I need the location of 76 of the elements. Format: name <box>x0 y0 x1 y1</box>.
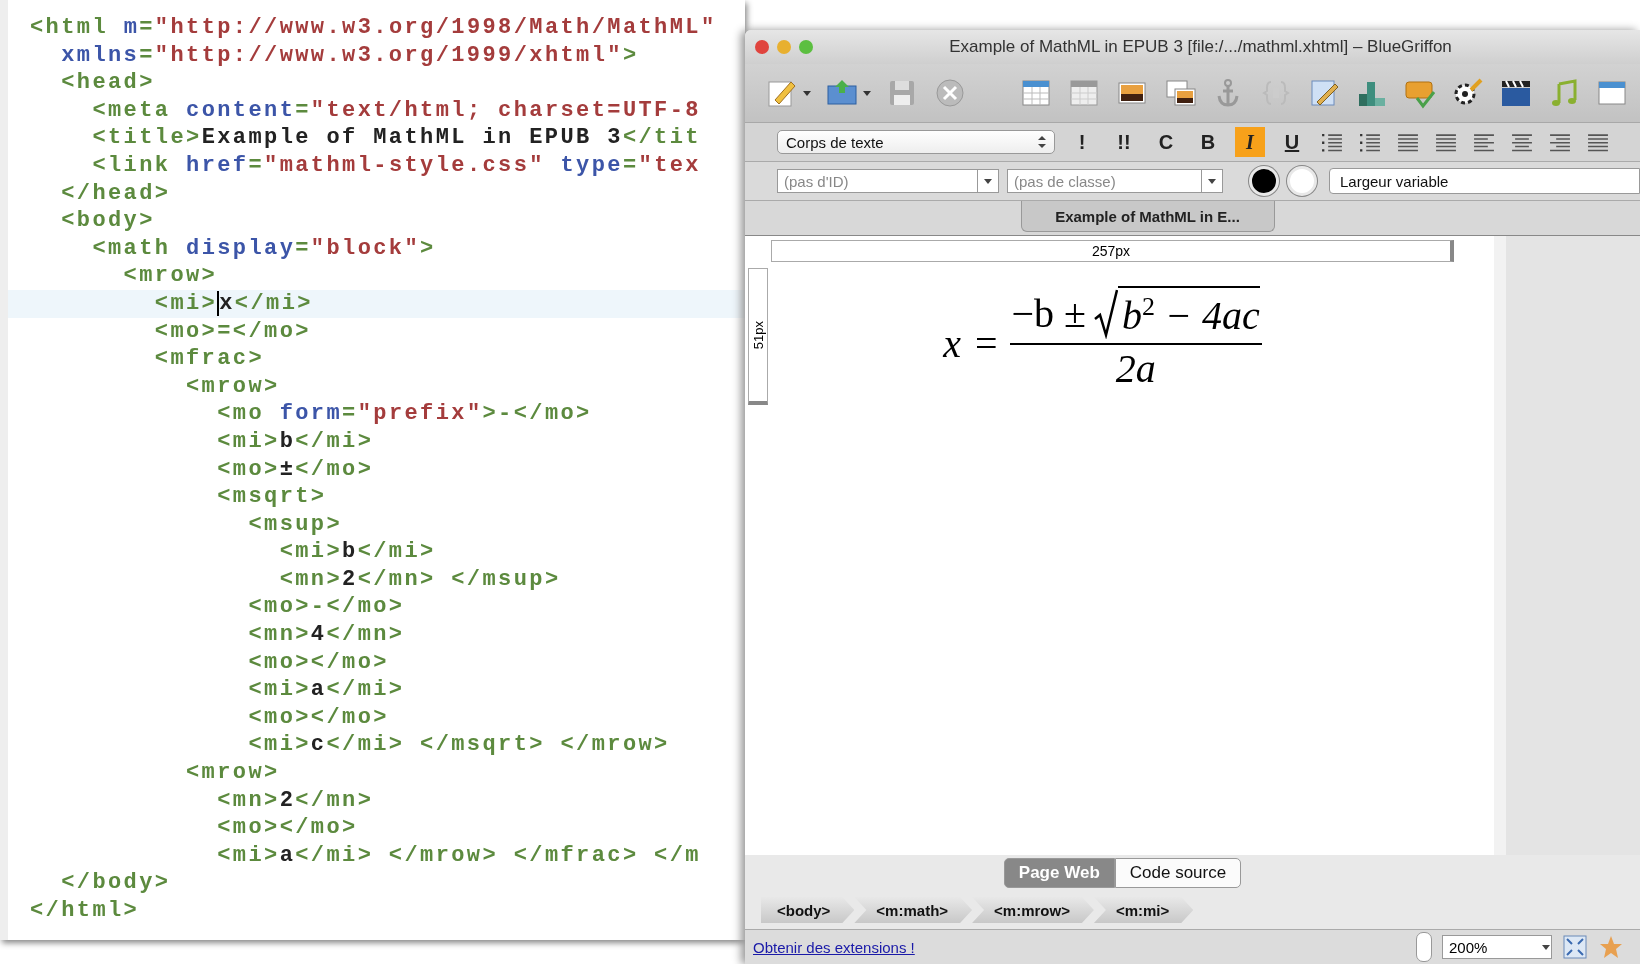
denominator: 2a <box>1115 345 1156 392</box>
code-line: </html> <box>29 897 140 925</box>
numerator-prefix: −b ± <box>1011 290 1087 338</box>
dropdown-arrow-icon[interactable] <box>803 89 811 97</box>
square-root-icon <box>1094 289 1119 339</box>
format-button[interactable]: !! <box>1109 127 1139 157</box>
code-line: <math display="block"> <box>91 234 436 263</box>
format-button[interactable]: I <box>1235 127 1265 157</box>
code-line: <mi>c</mi> </msqrt> </mrow> <box>247 731 670 760</box>
equals-sign: = <box>974 320 998 367</box>
code-line: <mo>±</mo> <box>216 455 374 484</box>
breadcrumb-item[interactable]: <m:mrow> <box>972 897 1094 923</box>
code-line: <html m="http://www.w3.org/1998/Math/MathML" <box>29 14 717 42</box>
color-swatch[interactable] <box>1287 166 1317 196</box>
class-field[interactable]: (pas de classe) <box>1007 169 1201 193</box>
code-line: <msup> <box>247 510 343 539</box>
close-icon[interactable] <box>933 76 967 110</box>
code-line: <head> <box>60 69 155 97</box>
view-tab[interactable]: Code source <box>1114 858 1242 888</box>
view-tab[interactable]: Page Web <box>1003 858 1115 888</box>
code-line: <mi>x</mi> <box>153 289 313 318</box>
code-line: <msqrt> <box>216 483 327 511</box>
horizontal-ruler: 257px <box>771 240 1454 262</box>
format-button[interactable]: ! <box>1067 127 1097 157</box>
close-window-button[interactable] <box>755 40 769 54</box>
document-tab[interactable]: Example of MathML in E... <box>1020 201 1275 232</box>
dropdown-arrow-icon[interactable] <box>863 89 871 97</box>
format-button[interactable]: B <box>1193 127 1223 157</box>
code-line: <mo form="prefix">-</mo> <box>216 400 592 428</box>
code-line: <mn>2</mn> </msup> <box>278 565 561 594</box>
code-line: </head> <box>60 179 171 208</box>
extensions-link[interactable]: Obtenir des extensions ! <box>753 938 1406 956</box>
breadcrumb-item[interactable]: <m:mi> <box>1093 897 1194 923</box>
code-line: <mfrac> <box>153 345 265 373</box>
code-line: <link href="mathml-style.css" type="tex <box>91 151 701 180</box>
dropdown-arrow-icon[interactable] <box>983 176 993 186</box>
code-line: <mrow> <box>122 262 218 290</box>
code-line: <title>Example of MathML in EPUB 3</tit <box>91 124 701 152</box>
vertical-ruler: 51px <box>748 268 768 405</box>
exponent: 2 <box>1142 292 1156 322</box>
code-line: <mn>2</mn> <box>216 786 374 815</box>
dropdown-arrow-icon[interactable] <box>1541 942 1551 952</box>
window-title: Example of MathML in EPUB 3 [file:/.../mathml.xhtml] – BlueGriffon <box>948 37 1453 57</box>
code-line: <mo>=</mo> <box>153 317 311 346</box>
code-line: </body> <box>60 869 171 897</box>
star-icon[interactable] <box>1598 934 1624 960</box>
breadcrumb-item[interactable]: <body> <box>761 897 855 923</box>
updown-arrow-icon <box>1038 135 1046 149</box>
format-button[interactable]: C <box>1151 127 1181 157</box>
code-line: <body> <box>60 207 155 235</box>
code-line: <meta content="text/html; charset=UTF-8 <box>91 96 701 125</box>
color-swatch[interactable] <box>1249 166 1279 196</box>
dropdown-arrow-icon[interactable] <box>1207 176 1217 186</box>
code-line: <mo></mo> <box>247 703 389 732</box>
fullscreen-icon[interactable] <box>1562 934 1588 960</box>
width-select[interactable]: Largeur variable <box>1329 168 1640 194</box>
code-line: <mo></mo> <box>216 814 358 842</box>
zoom-select[interactable]: 200% <box>1442 935 1552 959</box>
radicand-rest: − 4ac <box>1164 292 1260 339</box>
code-line: <mo>-</mo> <box>247 593 405 622</box>
format-button[interactable]: U <box>1277 127 1307 157</box>
breadcrumb-item[interactable]: <m:math> <box>854 897 973 923</box>
code-line: <mi>a</mi> </mrow> </mfrac> </m <box>216 841 701 870</box>
code-line: <mi>a</mi> <box>247 676 405 704</box>
code-line: <mrow> <box>185 372 280 401</box>
code-line: <mi>b</mi> <box>216 427 374 456</box>
code-line: <mi>b</mi> <box>278 538 436 566</box>
radicand-base: b <box>1122 292 1143 339</box>
math-variable: x <box>943 320 961 367</box>
id-field[interactable]: (pas d'ID) <box>777 169 977 193</box>
code-line: xmlns="http://www.w3.org/1999/xhtml"> <box>60 41 639 70</box>
code-line: <mn>4</mn> <box>247 621 405 649</box>
code-line: <mo></mo> <box>247 648 389 677</box>
zoom-stepper[interactable] <box>1416 932 1432 962</box>
code-line: <mrow> <box>185 759 280 787</box>
paragraph-style-select[interactable]: Corps de texte <box>777 130 1055 154</box>
